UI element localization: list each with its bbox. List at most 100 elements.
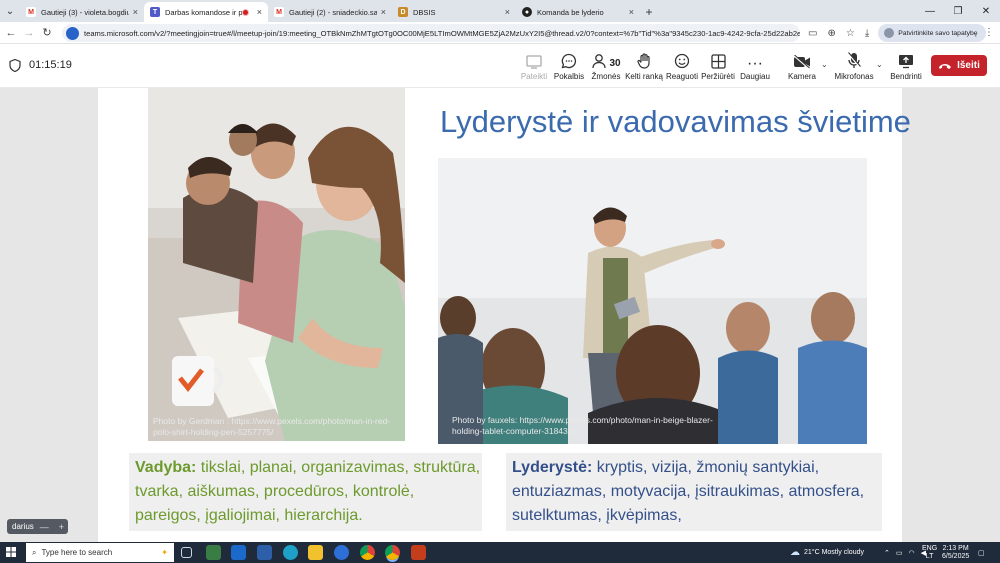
hang-up-icon: [939, 63, 952, 69]
notifications-icon[interactable]: ▢: [978, 542, 985, 563]
close-window-icon[interactable]: ✕: [972, 0, 1000, 22]
tab-title: Darbas komandose ir pasid...: [165, 7, 242, 17]
present-label: Pateikti: [520, 72, 548, 81]
outlook-icon[interactable]: [231, 545, 246, 560]
more-dots-icon: ···: [747, 55, 763, 72]
taskbar-search-box[interactable]: ⌕ Type here to search ✦: [26, 543, 174, 562]
edge-icon[interactable]: [283, 545, 298, 560]
close-tab-icon[interactable]: ×: [133, 7, 138, 17]
grid-view-icon: [710, 51, 726, 69]
forward-arrow-icon[interactable]: →: [20, 27, 38, 39]
present-icon: [526, 51, 542, 69]
chrome-icon[interactable]: [360, 545, 375, 560]
react-label: Reaguoti: [665, 72, 699, 81]
people-label: Žmonės: [591, 72, 621, 81]
address-bar[interactable]: teams.microsoft.com/v2/?meetingjoin=true…: [62, 24, 800, 42]
task-view-icon[interactable]: [181, 547, 192, 558]
wifi-icon[interactable]: ◠: [909, 549, 915, 557]
zoom-out-icon[interactable]: —: [40, 522, 49, 532]
camera-options-chevron-icon[interactable]: ⌄: [821, 60, 828, 69]
management-definition-box: Vadyba: tikslai, planai, organizavimas, …: [129, 453, 482, 531]
profile-verify-button[interactable]: Patvirtinkite savo tapatybę: [878, 24, 986, 42]
share-button[interactable]: Bendrinti: [883, 51, 929, 81]
windows-start-icon[interactable]: [6, 547, 16, 557]
browser-tab-strip: ⌄ M Gautieji (3) - violeta.bogdiun@... ×…: [0, 0, 1000, 22]
file-explorer-icon[interactable]: [308, 545, 323, 560]
cast-icon[interactable]: ▭: [808, 28, 817, 39]
reload-icon[interactable]: ↻: [38, 26, 56, 39]
browser-tab-5[interactable]: ● Komanda be lyderio ×: [516, 2, 640, 22]
tab-search-chevron-icon[interactable]: ⌄: [0, 0, 20, 22]
close-tab-icon[interactable]: ×: [257, 7, 262, 17]
close-tab-icon[interactable]: ×: [629, 7, 634, 17]
tab-title: Gautieji (3) - violeta.bogdiun@...: [41, 7, 129, 17]
raise-hand-label: Kelti ranką: [625, 72, 663, 81]
slide-photo-team-working: [148, 88, 405, 441]
more-button[interactable]: ··· Daugiau: [732, 51, 778, 82]
close-tab-icon[interactable]: ×: [505, 7, 510, 17]
language-indicator[interactable]: ENG LT: [922, 542, 937, 563]
close-tab-icon[interactable]: ×: [381, 7, 386, 17]
browser-tab-2[interactable]: T Darbas komandose ir pasid... ×: [144, 2, 268, 22]
minimize-icon[interactable]: —: [916, 0, 944, 22]
meeting-timer: 01:15:19: [29, 59, 72, 71]
leadership-text: Lyderystė: kryptis, vizija, žmonių santy…: [512, 459, 864, 524]
raise-hand-icon: [636, 51, 652, 69]
leave-label: Išeiti: [957, 60, 980, 71]
browser-tab-3[interactable]: M Gautieji (2) - sniadeckio.salcinin... …: [268, 2, 392, 22]
participant-name: darius: [12, 522, 34, 531]
smiley-icon: [674, 51, 690, 69]
leave-button[interactable]: Išeiti: [931, 55, 987, 76]
people-icon: 30: [591, 51, 621, 69]
lang-primary: ENG: [922, 544, 938, 552]
download-icon[interactable]: ⤓: [865, 28, 869, 39]
system-tray: ⌃ ▭ ◠ ◀: [884, 542, 926, 563]
leadership-definition-box: Lyderystė: kryptis, vizija, žmonių santy…: [506, 453, 882, 531]
zoom-in-icon[interactable]: +: [59, 522, 64, 532]
gmail-icon: M: [26, 7, 36, 17]
zoom-app-icon[interactable]: [334, 545, 349, 560]
profile-label: Patvirtinkite savo tapatybę: [898, 29, 978, 37]
photo-team-working-image: [148, 88, 405, 441]
mic-off-icon: [847, 51, 861, 69]
browser-tab-1[interactable]: M Gautieji (3) - violeta.bogdiun@... ×: [20, 2, 144, 22]
clock[interactable]: 2:13 PM 6/5/2025: [942, 542, 969, 563]
management-term: Vadyba:: [135, 459, 197, 476]
zoom-icon[interactable]: ⊕: [827, 28, 835, 39]
windows-taskbar: ⌕ Type here to search ✦ ☁ 21°C Mostly cl…: [0, 542, 1000, 563]
more-label: Daugiau: [740, 72, 770, 81]
restore-icon[interactable]: ❐: [944, 0, 972, 22]
chat-icon: [561, 51, 577, 69]
photo2-credit: Photo by fauxels: https://www.pexels.com…: [452, 415, 713, 436]
browser-tab-4[interactable]: D DBSIS ×: [392, 2, 516, 22]
photo-presenter-image: [438, 158, 867, 444]
mic-options-chevron-icon[interactable]: ⌄: [876, 60, 883, 69]
bookmark-star-icon[interactable]: ☆: [846, 28, 855, 39]
camera-button[interactable]: Kamera: [779, 51, 825, 81]
app-icon[interactable]: [257, 545, 272, 560]
dbsis-icon: D: [398, 7, 408, 17]
camera-label: Kamera: [787, 72, 816, 81]
mic-label: Mikrofonas: [834, 72, 874, 81]
new-tab-button[interactable]: +: [640, 2, 658, 22]
search-placeholder: Type here to search: [41, 548, 113, 557]
search-highlight-icon: ✦: [161, 548, 168, 557]
chat-label: Pokalbis: [553, 72, 585, 81]
site-info-icon[interactable]: [66, 26, 79, 40]
github-icon: ●: [522, 7, 532, 17]
tray-chevron-icon[interactable]: ⌃: [884, 549, 890, 557]
clock-time: 2:13 PM: [942, 544, 969, 552]
chrome-active-icon[interactable]: [385, 545, 400, 560]
mic-button[interactable]: Mikrofonas: [831, 51, 877, 81]
store-icon[interactable]: [206, 545, 221, 560]
recording-dot-icon: [241, 8, 249, 16]
clock-date: 6/5/2025: [942, 552, 970, 560]
search-icon: ⌕: [32, 547, 37, 557]
window-controls: — ❐ ✕: [916, 0, 1000, 22]
powerpoint-icon[interactable]: [411, 545, 426, 560]
back-arrow-icon[interactable]: ←: [2, 27, 20, 39]
network-icon[interactable]: ▭: [896, 549, 903, 557]
slide-photo-presenter: [438, 158, 867, 444]
weather-widget[interactable]: ☁ 21°C Mostly cloudy: [790, 542, 864, 563]
browser-menu-icon[interactable]: ⋮: [984, 27, 994, 38]
